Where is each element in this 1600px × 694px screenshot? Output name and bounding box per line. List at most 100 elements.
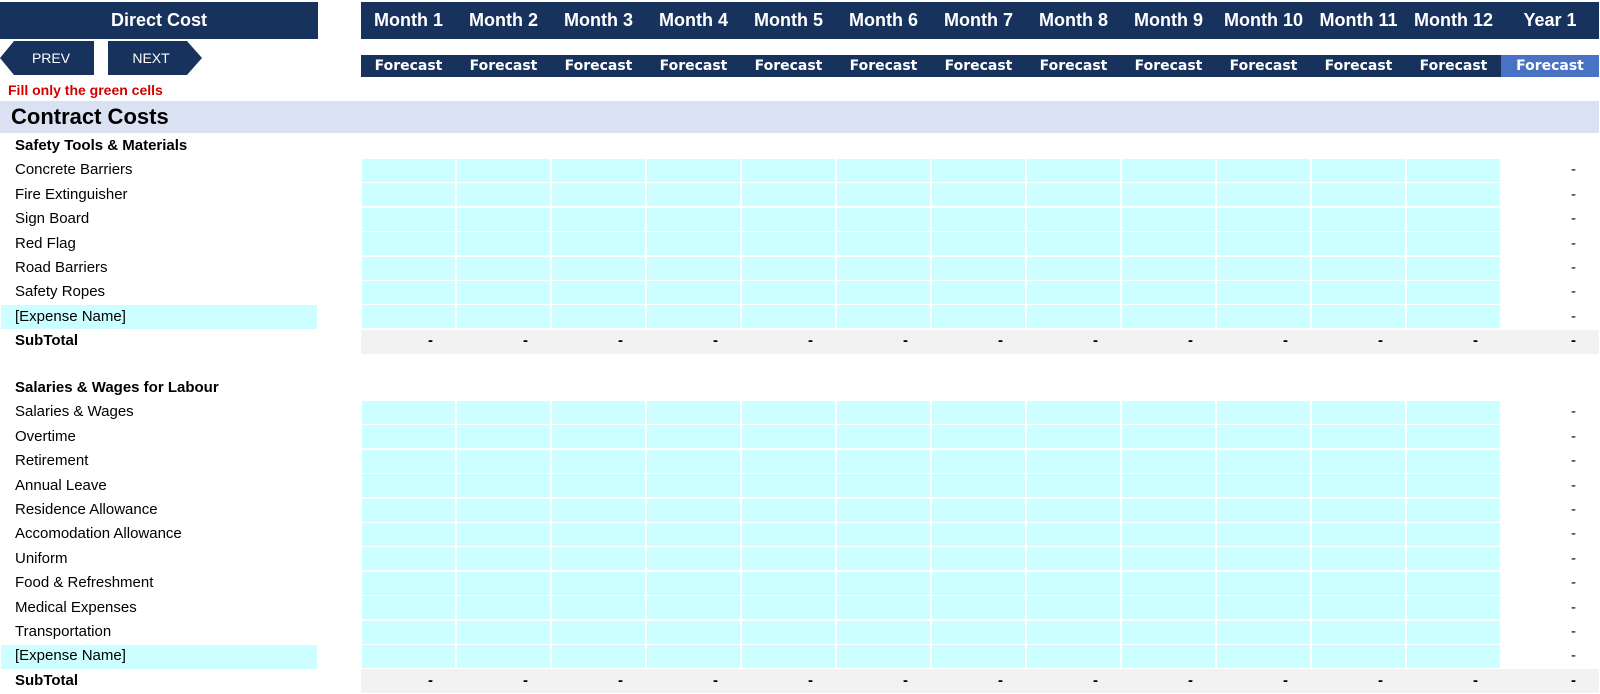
forecast-input-cell[interactable] bbox=[552, 474, 645, 498]
forecast-input-cell[interactable] bbox=[552, 425, 645, 449]
forecast-input-cell[interactable] bbox=[932, 596, 1025, 620]
forecast-input-cell[interactable] bbox=[362, 232, 455, 256]
forecast-input-cell[interactable] bbox=[457, 425, 550, 449]
forecast-input-cell[interactable] bbox=[1407, 620, 1500, 644]
forecast-input-cell[interactable] bbox=[552, 183, 645, 207]
forecast-input-cell[interactable] bbox=[647, 571, 740, 595]
forecast-input-cell[interactable] bbox=[1312, 232, 1405, 256]
forecast-input-cell[interactable] bbox=[837, 280, 930, 304]
forecast-input-cell[interactable] bbox=[1122, 207, 1215, 231]
forecast-input-cell[interactable] bbox=[932, 620, 1025, 644]
forecast-input-cell[interactable] bbox=[1122, 644, 1215, 668]
forecast-input-cell[interactable] bbox=[1122, 596, 1215, 620]
forecast-input-cell[interactable] bbox=[647, 644, 740, 668]
forecast-input-cell[interactable] bbox=[932, 449, 1025, 473]
forecast-input-cell[interactable] bbox=[932, 547, 1025, 571]
forecast-input-cell[interactable] bbox=[1407, 400, 1500, 424]
forecast-input-cell[interactable] bbox=[1027, 425, 1120, 449]
forecast-input-cell[interactable] bbox=[1407, 183, 1500, 207]
forecast-input-cell[interactable] bbox=[742, 596, 835, 620]
forecast-input-cell[interactable] bbox=[362, 449, 455, 473]
forecast-input-cell[interactable] bbox=[742, 158, 835, 182]
forecast-input-cell[interactable] bbox=[1217, 498, 1310, 522]
forecast-input-cell[interactable] bbox=[1122, 305, 1215, 329]
forecast-input-cell[interactable] bbox=[1217, 232, 1310, 256]
forecast-input-cell[interactable] bbox=[1407, 547, 1500, 571]
forecast-input-cell[interactable] bbox=[1217, 620, 1310, 644]
forecast-input-cell[interactable] bbox=[362, 522, 455, 546]
forecast-input-cell[interactable] bbox=[837, 522, 930, 546]
forecast-input-cell[interactable] bbox=[362, 596, 455, 620]
forecast-input-cell[interactable] bbox=[742, 256, 835, 280]
forecast-input-cell[interactable] bbox=[932, 522, 1025, 546]
forecast-input-cell[interactable] bbox=[1217, 449, 1310, 473]
forecast-input-cell[interactable] bbox=[647, 449, 740, 473]
forecast-input-cell[interactable] bbox=[932, 425, 1025, 449]
forecast-input-cell[interactable] bbox=[742, 207, 835, 231]
forecast-input-cell[interactable] bbox=[1217, 547, 1310, 571]
forecast-input-cell[interactable] bbox=[1027, 449, 1120, 473]
forecast-input-cell[interactable] bbox=[837, 305, 930, 329]
forecast-input-cell[interactable] bbox=[1312, 547, 1405, 571]
forecast-input-cell[interactable] bbox=[932, 400, 1025, 424]
forecast-input-cell[interactable] bbox=[932, 280, 1025, 304]
forecast-input-cell[interactable] bbox=[1027, 644, 1120, 668]
forecast-input-cell[interactable] bbox=[1027, 522, 1120, 546]
forecast-input-cell[interactable] bbox=[1122, 232, 1215, 256]
forecast-input-cell[interactable] bbox=[552, 305, 645, 329]
forecast-input-cell[interactable] bbox=[1122, 280, 1215, 304]
forecast-input-cell[interactable] bbox=[1027, 571, 1120, 595]
forecast-input-cell[interactable] bbox=[1217, 522, 1310, 546]
forecast-input-cell[interactable] bbox=[1312, 474, 1405, 498]
forecast-input-cell[interactable] bbox=[1217, 305, 1310, 329]
forecast-input-cell[interactable] bbox=[552, 596, 645, 620]
forecast-input-cell[interactable] bbox=[1122, 498, 1215, 522]
forecast-input-cell[interactable] bbox=[1027, 305, 1120, 329]
forecast-input-cell[interactable] bbox=[742, 571, 835, 595]
forecast-input-cell[interactable] bbox=[457, 400, 550, 424]
forecast-input-cell[interactable] bbox=[1312, 571, 1405, 595]
forecast-input-cell[interactable] bbox=[1122, 620, 1215, 644]
forecast-input-cell[interactable] bbox=[552, 232, 645, 256]
forecast-input-cell[interactable] bbox=[1122, 256, 1215, 280]
forecast-input-cell[interactable] bbox=[457, 207, 550, 231]
forecast-input-cell[interactable] bbox=[1407, 474, 1500, 498]
forecast-input-cell[interactable] bbox=[457, 596, 550, 620]
forecast-input-cell[interactable] bbox=[1217, 280, 1310, 304]
forecast-input-cell[interactable] bbox=[1407, 644, 1500, 668]
forecast-input-cell[interactable] bbox=[742, 449, 835, 473]
forecast-input-cell[interactable] bbox=[1122, 183, 1215, 207]
forecast-input-cell[interactable] bbox=[457, 305, 550, 329]
forecast-input-cell[interactable] bbox=[552, 522, 645, 546]
forecast-input-cell[interactable] bbox=[1122, 474, 1215, 498]
forecast-input-cell[interactable] bbox=[1217, 158, 1310, 182]
forecast-input-cell[interactable] bbox=[1407, 305, 1500, 329]
forecast-input-cell[interactable] bbox=[1312, 305, 1405, 329]
forecast-input-cell[interactable] bbox=[837, 644, 930, 668]
forecast-input-cell[interactable] bbox=[552, 498, 645, 522]
forecast-input-cell[interactable] bbox=[932, 571, 1025, 595]
forecast-input-cell[interactable] bbox=[362, 305, 455, 329]
forecast-input-cell[interactable] bbox=[457, 183, 550, 207]
forecast-input-cell[interactable] bbox=[1122, 571, 1215, 595]
forecast-input-cell[interactable] bbox=[837, 547, 930, 571]
forecast-input-cell[interactable] bbox=[837, 207, 930, 231]
forecast-input-cell[interactable] bbox=[1122, 449, 1215, 473]
forecast-input-cell[interactable] bbox=[837, 571, 930, 595]
forecast-input-cell[interactable] bbox=[742, 232, 835, 256]
forecast-input-cell[interactable] bbox=[742, 280, 835, 304]
forecast-input-cell[interactable] bbox=[552, 620, 645, 644]
forecast-input-cell[interactable] bbox=[647, 207, 740, 231]
forecast-input-cell[interactable] bbox=[1027, 498, 1120, 522]
forecast-input-cell[interactable] bbox=[1027, 183, 1120, 207]
forecast-input-cell[interactable] bbox=[362, 183, 455, 207]
forecast-input-cell[interactable] bbox=[932, 256, 1025, 280]
forecast-input-cell[interactable] bbox=[457, 158, 550, 182]
forecast-input-cell[interactable] bbox=[1217, 425, 1310, 449]
forecast-input-cell[interactable] bbox=[837, 425, 930, 449]
forecast-input-cell[interactable] bbox=[837, 400, 930, 424]
forecast-input-cell[interactable] bbox=[362, 207, 455, 231]
forecast-input-cell[interactable] bbox=[837, 596, 930, 620]
forecast-input-cell[interactable] bbox=[362, 256, 455, 280]
forecast-input-cell[interactable] bbox=[552, 158, 645, 182]
